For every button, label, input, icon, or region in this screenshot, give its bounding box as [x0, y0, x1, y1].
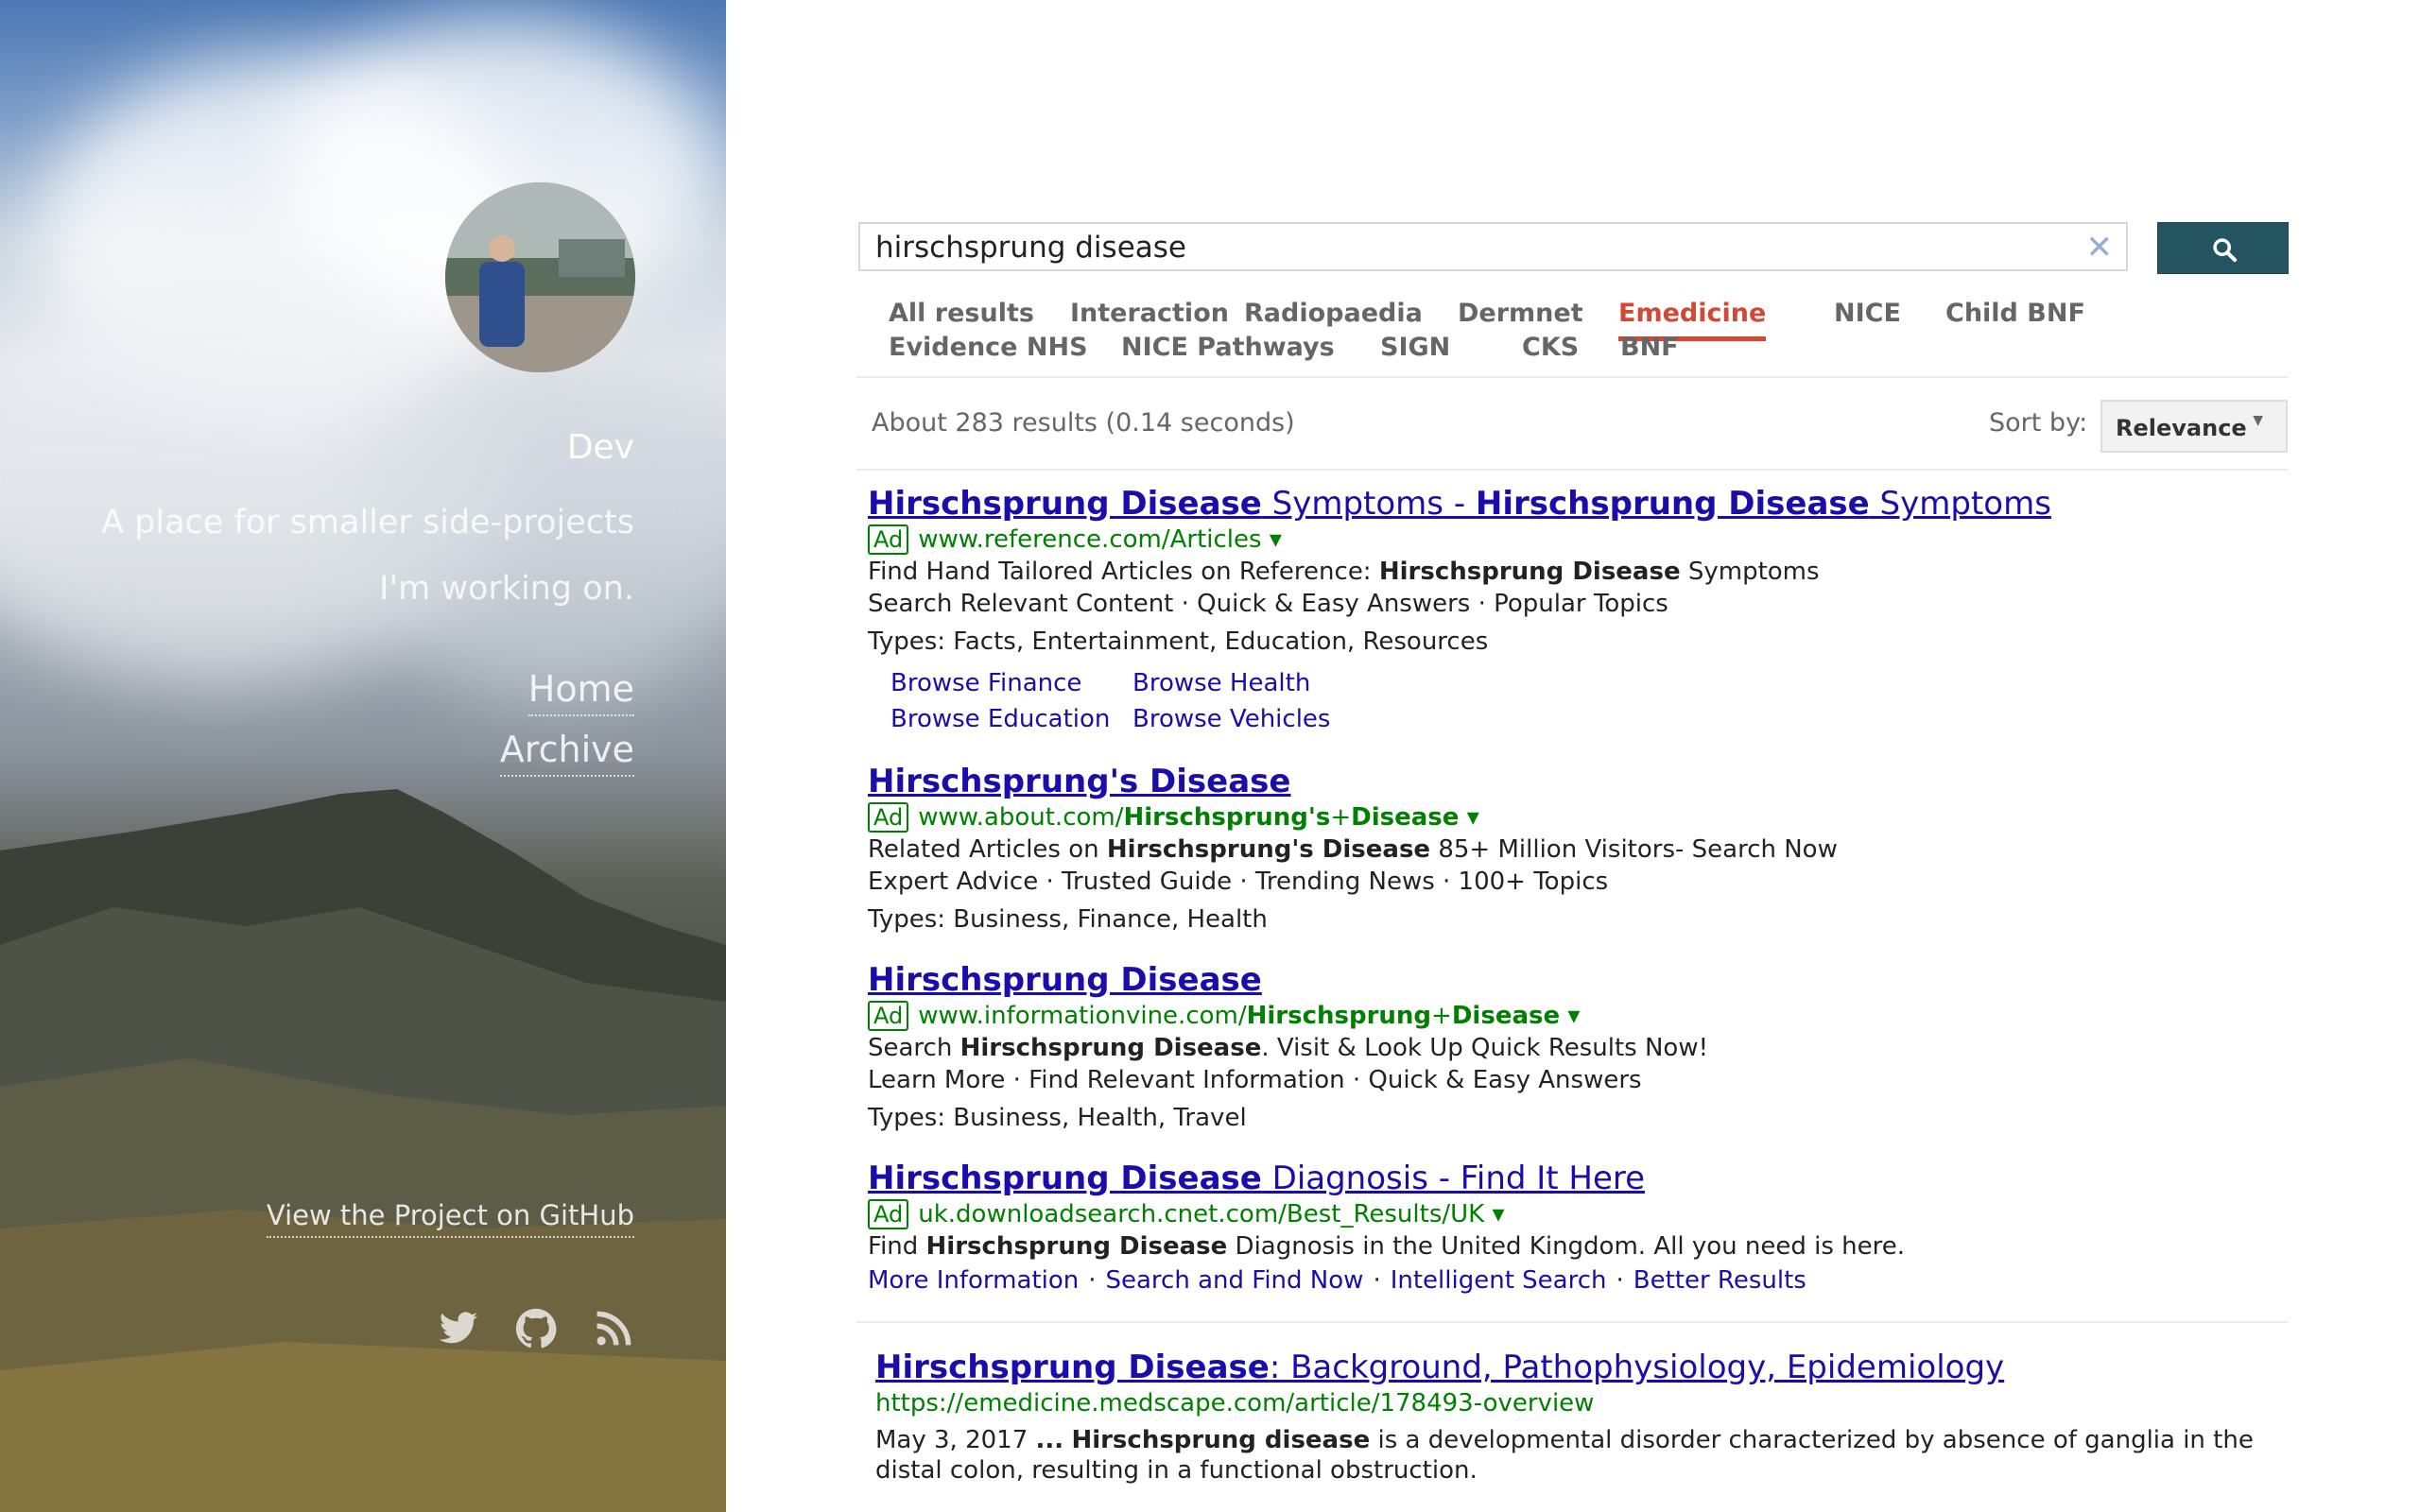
- caret-down-icon[interactable]: ▾: [1467, 803, 1479, 832]
- nav-archive-link[interactable]: Archive: [499, 724, 634, 777]
- ad-title-link[interactable]: Hirschsprung Disease: [868, 960, 2267, 1000]
- search-icon: [2213, 238, 2238, 263]
- ad-badge: Ad: [868, 802, 909, 833]
- sort-dropdown[interactable]: Relevance ▼: [2100, 400, 2288, 453]
- ad-url: Ad www.informationvine.com/Hirschsprung+D…: [868, 1000, 2267, 1032]
- search-button[interactable]: [2157, 222, 2289, 274]
- tab-nice[interactable]: NICE: [1834, 299, 1901, 328]
- tab-all-results[interactable]: All results: [889, 299, 1034, 328]
- search-panel: ✕ All results Interaction Radiopaedia De…: [856, 0, 2289, 1512]
- tab-radiopaedia[interactable]: Radiopaedia: [1244, 299, 1423, 328]
- avatar: [445, 182, 635, 372]
- social-icons: [438, 1308, 634, 1349]
- ad-result: Hirschsprung's Disease Ad www.about.com/H…: [868, 762, 2267, 936]
- github-icon[interactable]: [515, 1308, 557, 1349]
- ad-description: Expert Advice · Trusted Guide · Trending…: [868, 868, 1609, 896]
- divider: [856, 376, 2289, 378]
- ad-types: Types: Business, Finance, Health: [868, 905, 1268, 934]
- tab-sign[interactable]: SIGN: [1380, 333, 1450, 362]
- ad-url: Ad www.reference.com/Articles ▾: [868, 524, 2267, 556]
- search-input[interactable]: [875, 230, 2048, 266]
- ad-result: Hirschsprung Disease Diagnosis - Find It…: [868, 1159, 2267, 1301]
- nav-home-link[interactable]: Home: [527, 663, 634, 716]
- sitelink-browse-vehicles[interactable]: Browse Vehicles: [1132, 703, 1374, 735]
- separator: ·: [1373, 1266, 1381, 1295]
- ad-badge: Ad: [868, 1001, 909, 1031]
- sitelink-browse-finance[interactable]: Browse Finance: [890, 667, 1132, 699]
- sidebar-nav: Home Archive: [499, 663, 634, 784]
- tab-dermnet[interactable]: Dermnet: [1458, 299, 1583, 328]
- separator: ·: [1088, 1266, 1097, 1295]
- ad-title-link[interactable]: Hirschsprung's Disease: [868, 762, 2267, 801]
- ad-url: Ad uk.downloadsearch.cnet.com/Best_Result…: [868, 1198, 2267, 1230]
- tab-cks[interactable]: CKS: [1522, 333, 1579, 362]
- ad-title-link[interactable]: Hirschsprung Disease Diagnosis - Find It…: [868, 1159, 2267, 1198]
- result-count: About 283 results (0.14 seconds): [872, 408, 1295, 438]
- ad-inline-links: More Information · Search and Find Now · Int…: [868, 1263, 2267, 1301]
- sitelink-browse-health[interactable]: Browse Health: [1132, 667, 1374, 699]
- link-search-and-find-now[interactable]: Search and Find Now: [1106, 1266, 1364, 1295]
- ad-types: Types: Business, Health, Travel: [868, 1104, 1247, 1132]
- search-box: ✕: [858, 222, 2128, 271]
- sort-value: Relevance: [2116, 415, 2247, 441]
- tab-emedicine[interactable]: Emedicine: [1618, 299, 1767, 341]
- result-snippet: May 3, 2017 ... Hirschsprung disease is …: [875, 1426, 2254, 1485]
- tab-child-bnf[interactable]: Child BNF: [1945, 299, 2085, 328]
- ad-sitelinks: Browse Finance Browse Health Browse Educ…: [890, 667, 2267, 735]
- ad-description: Search Relevant Content · Quick & Easy A…: [868, 590, 1668, 618]
- ad-url: Ad www.about.com/Hirschsprung's+Disease ▾: [868, 801, 2267, 833]
- tab-nice-pathways[interactable]: NICE Pathways: [1121, 333, 1335, 362]
- tab-evidence-nhs[interactable]: Evidence NHS: [889, 333, 1088, 362]
- ad-result: Hirschsprung Disease Ad www.informationvi…: [868, 960, 2267, 1134]
- ad-description: Learn More · Find Relevant Information ·…: [868, 1066, 1642, 1094]
- link-better-results[interactable]: Better Results: [1634, 1266, 1806, 1295]
- caret-down-icon[interactable]: ▾: [1567, 1002, 1580, 1030]
- ad-result: Hirschsprung Disease Symptoms - Hirschsp…: [868, 484, 2267, 735]
- divider: [856, 469, 2289, 471]
- result-url: https://emedicine.medscape.com/article/1…: [875, 1389, 1595, 1418]
- site-tagline: A place for smaller side-projects I'm wo…: [101, 504, 634, 608]
- ad-description: Find Hirschsprung Disease Diagnosis in t…: [868, 1232, 1905, 1261]
- ad-description: Related Articles on Hirschsprung's Disea…: [868, 835, 1838, 864]
- twitter-icon[interactable]: [438, 1308, 479, 1349]
- link-more-information[interactable]: More Information: [868, 1266, 1079, 1295]
- caret-down-icon[interactable]: ▾: [1270, 525, 1282, 554]
- site-title: Dev: [566, 428, 634, 467]
- chevron-down-icon: ▼: [2253, 413, 2263, 428]
- caret-down-icon[interactable]: ▾: [1492, 1200, 1504, 1228]
- separator: ·: [1616, 1266, 1624, 1295]
- organic-result: Hirschsprung Disease: Background, Pathop…: [875, 1348, 2274, 1486]
- ad-description: Find Hand Tailored Articles on Reference…: [868, 558, 1820, 586]
- sidebar: Dev A place for smaller side-projects I'…: [0, 0, 726, 1512]
- tab-bnf[interactable]: BNF: [1620, 333, 1679, 362]
- github-project-link[interactable]: View the Project on GitHub: [266, 1194, 634, 1238]
- sort-label: Sort by:: [1989, 408, 2088, 438]
- clear-search-icon[interactable]: ✕: [2086, 232, 2114, 264]
- search-bar: ✕: [856, 222, 2289, 275]
- ad-title-link[interactable]: Hirschsprung Disease Symptoms - Hirschsp…: [868, 484, 2267, 524]
- ad-badge: Ad: [868, 1199, 909, 1229]
- ad-badge: Ad: [868, 524, 909, 555]
- tab-interaction[interactable]: Interaction: [1070, 299, 1229, 328]
- sitelink-browse-education[interactable]: Browse Education: [890, 703, 1132, 735]
- divider: [856, 1321, 2289, 1323]
- link-intelligent-search[interactable]: Intelligent Search: [1391, 1266, 1607, 1295]
- rss-icon[interactable]: [593, 1308, 634, 1349]
- result-title-link[interactable]: Hirschsprung Disease: Background, Pathop…: [875, 1348, 2274, 1387]
- ad-description: Search Hirschsprung Disease. Visit & Loo…: [868, 1034, 1709, 1062]
- ad-types: Types: Facts, Entertainment, Education, …: [868, 627, 1489, 656]
